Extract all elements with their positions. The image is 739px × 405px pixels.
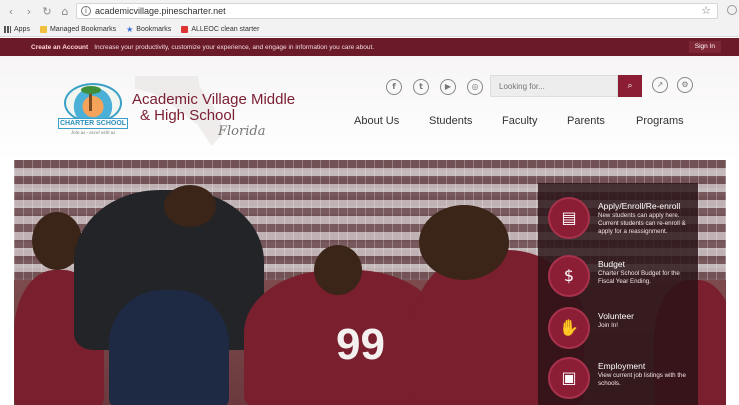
home-icon[interactable]: ⌂ — [58, 4, 72, 18]
quick-link-apply[interactable]: ▤ Apply/Enroll/Re-enroll New students ca… — [548, 197, 698, 247]
instagram-icon[interactable]: ◎ — [467, 79, 483, 95]
form-icon: ▤ — [548, 197, 590, 239]
school-logo[interactable]: CHARTER SCHOOL Join us - excel with us — [56, 83, 130, 145]
bookmarks-bar: Apps Managed Bookmarks ★ Bookmarks ALLEOC… — [0, 22, 739, 37]
bookmark-label: Bookmarks — [136, 25, 172, 33]
palm-tree-leaves — [81, 86, 101, 94]
nav-faculty[interactable]: Faculty — [502, 115, 537, 127]
site-header: CHARTER SCHOOL Join us - excel with us A… — [0, 56, 739, 160]
bookmark-label: ALLEOC clean starter — [191, 25, 260, 33]
quick-link-title: Budget — [598, 259, 625, 269]
share-icon[interactable]: ↗ — [652, 77, 668, 93]
player-head — [314, 245, 362, 295]
quick-link-desc: Join In! — [598, 322, 618, 329]
account-bar: Create an Account Increase your producti… — [0, 38, 739, 56]
nav-programs[interactable]: Programs — [636, 115, 684, 127]
address-bar[interactable]: i academicvillage.pinescharter.net ☆ — [76, 3, 718, 19]
search-field[interactable] — [490, 75, 618, 97]
bookmark-alleoc[interactable]: ALLEOC clean starter — [181, 25, 260, 33]
nav-parents[interactable]: Parents — [567, 115, 605, 127]
apps-grid-icon — [4, 25, 11, 33]
school-name-line1: Academic Village Middle — [132, 91, 296, 108]
settings-icon[interactable]: ⚙ — [677, 77, 693, 93]
quick-link-volunteer[interactable]: ✋ Volunteer Join In! — [548, 307, 698, 357]
briefcase-icon: ▣ — [548, 357, 590, 399]
flask-icon — [181, 25, 189, 33]
search-icon[interactable]: ⌕ — [618, 75, 642, 97]
youtube-icon[interactable]: ▶ — [440, 79, 456, 95]
player-head — [164, 185, 216, 227]
nav-about-us[interactable]: About Us — [354, 115, 399, 127]
player-shorts — [109, 290, 229, 405]
account-tagline: Increase your productivity, customize yo… — [94, 43, 375, 51]
quick-link-desc: View current job listings with the schoo… — [598, 372, 686, 387]
quick-link-desc: New students can apply here. Current stu… — [598, 212, 686, 235]
bookmark-label: Apps — [14, 25, 30, 33]
forward-arrow-icon[interactable]: › — [22, 4, 36, 18]
bookmark-managed[interactable]: Managed Bookmarks — [39, 25, 117, 33]
back-arrow-icon[interactable]: ‹ — [4, 4, 18, 18]
quick-link-employment[interactable]: ▣ Employment View current job listings w… — [548, 357, 698, 405]
bookmark-label: Managed Bookmarks — [49, 25, 117, 33]
quick-link-title: Employment — [598, 361, 646, 371]
school-name-line2: & High School — [140, 107, 236, 124]
wallet-icon: $ — [548, 255, 590, 297]
bookmark-star-icon[interactable]: ☆ — [701, 4, 711, 17]
browser-toolbar: ‹ › ↻ ⌂ i academicvillage.pinescharter.n… — [0, 0, 739, 22]
handshake-icon: ✋ — [548, 307, 590, 349]
quick-link-title: Volunteer — [598, 311, 634, 321]
jersey-number: 99 — [336, 320, 385, 369]
quick-link-desc: Charter School Budget for the Fiscal Yea… — [598, 270, 680, 285]
quick-links-panel: ▤ Apply/Enroll/Re-enroll New students ca… — [538, 183, 698, 405]
create-account-link[interactable]: Create an Account — [31, 44, 88, 51]
player-head — [419, 205, 509, 280]
quick-link-title: Apply/Enroll/Re-enroll — [598, 201, 681, 211]
page: ‹ › ↻ ⌂ i academicvillage.pinescharter.n… — [0, 0, 739, 405]
folder-icon — [39, 25, 47, 33]
profile-icon[interactable] — [727, 5, 737, 15]
school-name[interactable]: Academic Village Middle & High School — [132, 92, 295, 124]
star-icon: ★ — [126, 24, 134, 34]
florida-script: Florida — [218, 124, 266, 139]
quick-link-budget[interactable]: $ Budget Charter School Budget for the F… — [548, 255, 698, 305]
twitter-icon[interactable]: t — [413, 79, 429, 95]
nav-students[interactable]: Students — [429, 115, 472, 127]
reload-icon[interactable]: ↻ — [40, 4, 54, 18]
logo-motto: Join us - excel with us — [70, 131, 116, 136]
info-icon[interactable]: i — [81, 6, 91, 16]
facebook-icon[interactable]: f — [386, 79, 402, 95]
url-text[interactable]: academicvillage.pinescharter.net — [95, 6, 226, 16]
logo-ribbon: CHARTER SCHOOL — [58, 118, 128, 129]
bookmark-bookmarks[interactable]: ★ Bookmarks — [126, 25, 171, 34]
search-input[interactable] — [491, 76, 617, 97]
sign-in-button[interactable]: Sign In — [688, 41, 721, 53]
bookmark-apps[interactable]: Apps — [4, 25, 30, 33]
